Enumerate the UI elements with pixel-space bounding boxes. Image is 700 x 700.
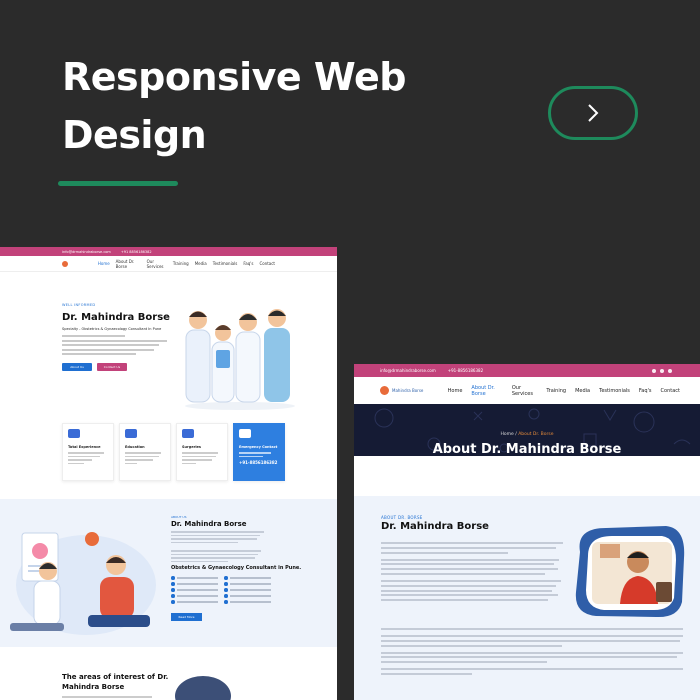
section-doctor-name: Dr. Mahindra Borse [381, 521, 489, 532]
linkedin-icon[interactable] [668, 368, 672, 373]
card-title: Total Experience [68, 445, 101, 449]
list-item [171, 588, 218, 592]
main-nav: Home About Dr. Borse Our Services Traini… [0, 256, 337, 272]
hero-description [62, 335, 167, 358]
doctor-photo [175, 676, 231, 700]
topbar-phone[interactable]: +91-8856186382 [448, 368, 483, 373]
top-contact-bar: info@drmahindraborse.com +91 8856186382 [0, 247, 337, 256]
emergency-phone[interactable]: +91-8856186382 [239, 460, 279, 465]
logo-icon [62, 260, 68, 267]
areas-description [62, 696, 152, 698]
topbar-email[interactable]: info@drmahindraborse.com [62, 250, 111, 254]
main-nav: Mahindra Borse Home About Dr. Borse Our … [354, 377, 700, 404]
logo-icon [380, 386, 389, 395]
breadcrumb-home[interactable]: Home [500, 432, 513, 437]
card-emergency-contact[interactable]: Emergency Contact +91-8856186382 [233, 423, 285, 481]
homepage-mockup: info@drmahindraborse.com +91 8856186382 … [0, 247, 337, 700]
list-item [224, 576, 271, 580]
card-title: Education [125, 445, 145, 449]
hero-specialty: Specialty - Obstetrics & Gynaecology Con… [62, 327, 162, 331]
about-us-button[interactable]: About Us [62, 363, 92, 371]
card-title: Surgeries [182, 445, 202, 449]
nav-item-media[interactable]: Media [195, 261, 207, 266]
about-paragraphs [381, 542, 563, 606]
nav-item-services[interactable]: Our Services [147, 259, 167, 269]
card-education[interactable]: Education [119, 423, 171, 481]
logo-text: Mahindra Borse [392, 388, 424, 393]
about-eyebrow: ABOUT US [171, 515, 187, 519]
nav-item-about[interactable]: About Dr. Borse [116, 259, 141, 269]
doctor-photo [575, 526, 685, 618]
about-section: ABOUT US Dr. Mahindra Borse Obstetrics &… [0, 499, 337, 647]
nav-item-testimonials[interactable]: Testimonials [599, 388, 630, 394]
hero-section: WELL INFORMED Dr. Mahindra Borse Special… [0, 272, 337, 432]
contact-us-button[interactable]: Contact Us [97, 363, 127, 371]
topbar-email[interactable]: info@drmahindraborse.com [380, 368, 436, 373]
twitter-icon[interactable] [660, 368, 664, 373]
list-item [224, 600, 271, 604]
hero-doctor-name: Dr. Mahindra Borse [62, 312, 170, 323]
nav-item-contact[interactable]: Contact [259, 261, 275, 266]
graduation-cap-icon [125, 429, 137, 438]
list-item [171, 582, 218, 586]
nav-item-training[interactable]: Training [173, 261, 189, 266]
list-item [171, 600, 218, 604]
breadcrumb: Home / About Dr. Borse [354, 432, 700, 437]
card-title: Emergency Contact [239, 445, 278, 449]
services-list [171, 576, 271, 604]
facebook-icon[interactable] [652, 368, 656, 373]
chevron-right-icon [588, 104, 599, 122]
site-logo[interactable]: Mahindra Borse [380, 386, 430, 395]
page-title: About Dr. Mahindra Borse [432, 442, 622, 457]
nav-item-faqs[interactable]: Faq's [639, 388, 652, 394]
list-item [224, 588, 271, 592]
top-contact-bar: info@drmahindraborse.com +91-8856186382 [354, 364, 700, 377]
list-item [171, 594, 218, 598]
next-button[interactable] [548, 86, 638, 140]
nav-item-media[interactable]: Media [575, 388, 590, 394]
about-full-width-text [381, 628, 683, 680]
about-doctor-name: Dr. Mahindra Borse [171, 520, 247, 528]
card-surgeries[interactable]: Surgeries [176, 423, 228, 481]
read-more-button[interactable]: Read More [171, 613, 202, 621]
title-underline [58, 181, 178, 186]
nav-item-home[interactable]: Home [98, 261, 110, 266]
breadcrumb-separator: / [515, 432, 517, 437]
about-page-mockup: info@drmahindraborse.com +91-8856186382 … [354, 364, 700, 700]
list-item [171, 576, 218, 580]
nav-item-services[interactable]: Our Services [512, 385, 538, 397]
highlights-cards: Total Experience Education Surgeries Eme… [62, 423, 285, 481]
hero-title: Responsive Web Design [62, 55, 406, 157]
topbar-phone[interactable]: +91 8856186382 [121, 250, 152, 254]
about-subtitle: Obstetrics & Gynaecology Consultant in P… [171, 565, 302, 571]
list-item [224, 582, 271, 586]
breadcrumb-current: About Dr. Borse [518, 432, 554, 437]
card-experience[interactable]: Total Experience [62, 423, 114, 481]
hero-eyebrow: WELL INFORMED [62, 303, 96, 307]
doctors-illustration [185, 309, 295, 410]
nav-item-training[interactable]: Training [546, 388, 566, 394]
section-eyebrow: ABOUT DR. BORSE [381, 515, 423, 520]
list-item [224, 594, 271, 598]
about-description [171, 531, 266, 564]
nav-item-about[interactable]: About Dr. Borse [471, 385, 502, 397]
nav-item-home[interactable]: Home [448, 388, 463, 394]
site-logo[interactable] [62, 259, 86, 268]
areas-of-interest-heading: The areas of interest of Dr. Mahindra Bo… [62, 673, 169, 691]
phone-icon [239, 429, 251, 438]
surgery-icon [182, 429, 194, 438]
nav-item-faqs[interactable]: Faq's [243, 261, 253, 266]
nav-item-contact[interactable]: Contact [661, 388, 680, 394]
experience-icon [68, 429, 80, 438]
nav-item-testimonials[interactable]: Testimonials [213, 261, 238, 266]
doctor-patient-illustration [10, 532, 156, 635]
